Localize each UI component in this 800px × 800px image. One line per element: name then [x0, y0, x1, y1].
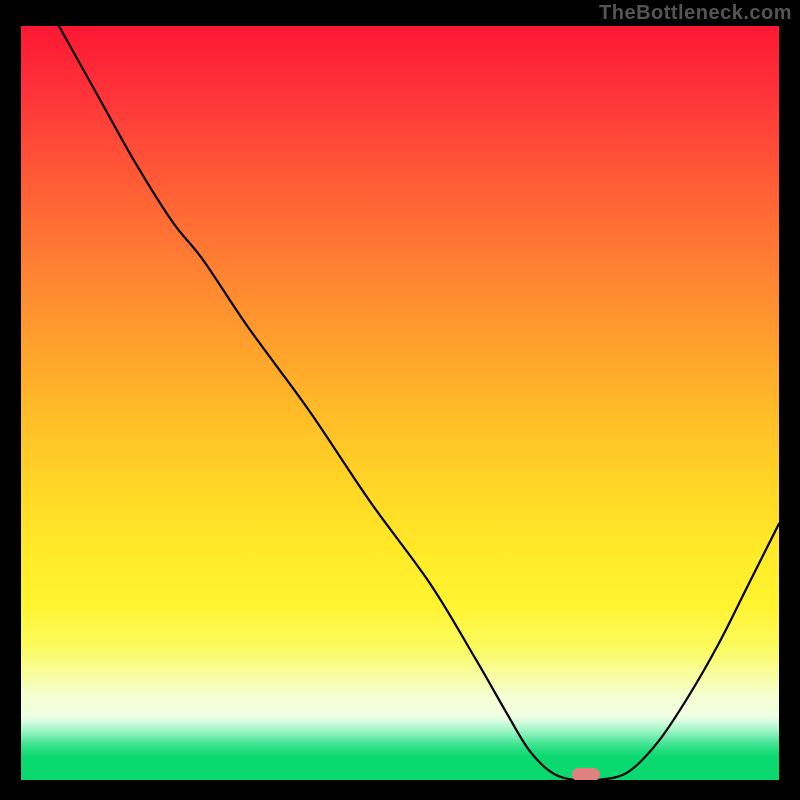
watermark-text: TheBottleneck.com [599, 2, 792, 25]
bottleneck-curve [21, 26, 779, 780]
plot-area [21, 26, 779, 780]
chart-frame: TheBottleneck.com [0, 0, 800, 800]
current-config-marker [572, 768, 600, 780]
